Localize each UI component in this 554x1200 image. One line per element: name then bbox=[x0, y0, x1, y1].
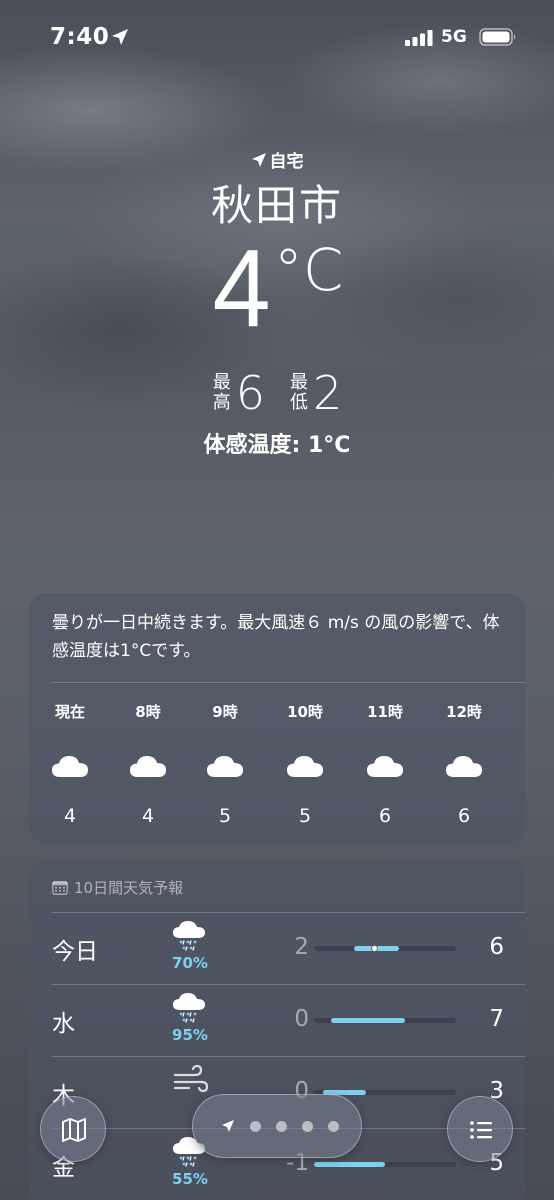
day-name: 今日 bbox=[52, 939, 98, 965]
low-temp: 0 bbox=[294, 1006, 309, 1032]
page-dot[interactable] bbox=[302, 1121, 313, 1132]
cloud-icon bbox=[444, 753, 484, 779]
precip-chance: 70% bbox=[172, 954, 208, 972]
status-time: 7:40 bbox=[50, 24, 110, 50]
high-temp: 6 bbox=[489, 934, 504, 960]
navigation-arrow-icon bbox=[251, 153, 266, 167]
hour-temp: 5 bbox=[298, 805, 312, 827]
hour-temp: 4 bbox=[63, 805, 77, 827]
map-icon bbox=[62, 1118, 86, 1142]
current-location-icon bbox=[222, 1120, 234, 1132]
battery-icon bbox=[479, 28, 516, 46]
location-arrow-icon bbox=[112, 29, 128, 45]
hour-temp: 6 bbox=[378, 805, 392, 827]
hour-time: 11時 bbox=[367, 703, 403, 721]
cloud-icon bbox=[205, 753, 245, 779]
high-label: 最高 bbox=[212, 372, 231, 413]
current-temperature: 4°C bbox=[0, 225, 554, 352]
cloud-icon bbox=[365, 753, 405, 779]
wind-icon bbox=[171, 1064, 209, 1096]
cloud-icon bbox=[50, 753, 90, 779]
list-icon bbox=[470, 1121, 492, 1139]
high-value: 6 bbox=[235, 366, 265, 420]
hourly-item: 12時 6 bbox=[434, 701, 494, 827]
high-low: 最高 6 最低 2 bbox=[0, 366, 554, 420]
hourly-item: 8時 4 bbox=[118, 701, 178, 827]
cloud-icon bbox=[128, 753, 168, 779]
hourly-item: 現在 4 bbox=[40, 701, 100, 827]
hourly-item: 10時 5 bbox=[275, 701, 335, 827]
divider bbox=[52, 682, 525, 683]
hour-temp: 6 bbox=[457, 805, 471, 827]
temp-range-fill bbox=[314, 1162, 385, 1167]
hour-temp: 4 bbox=[141, 805, 155, 827]
hour-time: 8時 bbox=[135, 703, 161, 721]
low-value: 2 bbox=[313, 366, 343, 420]
feels-like: 体感温度: 1°C bbox=[203, 433, 351, 458]
hourly-forecast-card[interactable]: 曇りが一日中続きます。最大風速６ m/s の風の影響で、体感温度は1°Cです。 … bbox=[29, 593, 525, 844]
daily-forecast-header: 10日間天気予報 bbox=[52, 877, 183, 898]
page-dot[interactable] bbox=[328, 1121, 339, 1132]
temp-unit: °C bbox=[273, 236, 344, 304]
list-button[interactable] bbox=[447, 1096, 513, 1162]
cloud-icon bbox=[285, 753, 325, 779]
location-label: 自宅 bbox=[0, 147, 554, 172]
daily-row[interactable]: 水 95% 0 7 bbox=[29, 984, 525, 1056]
hourly-item: 9時 5 bbox=[195, 701, 255, 827]
precip-chance: 95% bbox=[172, 1026, 208, 1044]
page-dot[interactable] bbox=[276, 1121, 287, 1132]
daily-header-label: 10日間天気予報 bbox=[74, 879, 184, 897]
calendar-icon bbox=[52, 881, 68, 895]
weather-summary: 曇りが一日中続きます。最大風速６ m/s の風の影響で、体感温度は1°Cです。 bbox=[52, 613, 500, 661]
cellular-signal-icon bbox=[405, 30, 433, 46]
current-temp-marker bbox=[371, 945, 378, 952]
home-label: 自宅 bbox=[269, 152, 304, 172]
daily-row[interactable]: 今日 70% 2 6 bbox=[29, 912, 525, 984]
city-name: 秋田市 bbox=[210, 181, 343, 230]
hour-time: 現在 bbox=[54, 703, 85, 721]
current-temp-value: 4 bbox=[212, 227, 271, 350]
hour-time: 9時 bbox=[212, 703, 238, 721]
high-temp: 7 bbox=[489, 1006, 504, 1032]
hourly-item: 11時 6 bbox=[355, 701, 415, 827]
low-label: 最低 bbox=[290, 372, 308, 413]
temp-range-bar bbox=[314, 945, 456, 952]
page-dot[interactable] bbox=[250, 1121, 261, 1132]
sleet-cloud-icon bbox=[171, 992, 209, 1024]
day-name: 水 bbox=[52, 1011, 75, 1037]
hour-time: 10時 bbox=[287, 703, 323, 721]
network-type: 5G bbox=[441, 27, 467, 47]
location-pager[interactable] bbox=[192, 1094, 362, 1158]
sleet-cloud-icon bbox=[171, 920, 209, 952]
hour-temp: 5 bbox=[218, 805, 232, 827]
map-button[interactable] bbox=[40, 1096, 106, 1162]
status-bar: 7:40 5G bbox=[0, 0, 554, 70]
temp-range-fill bbox=[331, 1018, 405, 1023]
temp-range-bar bbox=[314, 1162, 456, 1167]
hour-time: 12時 bbox=[446, 703, 482, 721]
temp-range-bar bbox=[314, 1018, 456, 1023]
low-temp: 2 bbox=[294, 934, 309, 960]
precip-chance: 55% bbox=[172, 1170, 208, 1188]
